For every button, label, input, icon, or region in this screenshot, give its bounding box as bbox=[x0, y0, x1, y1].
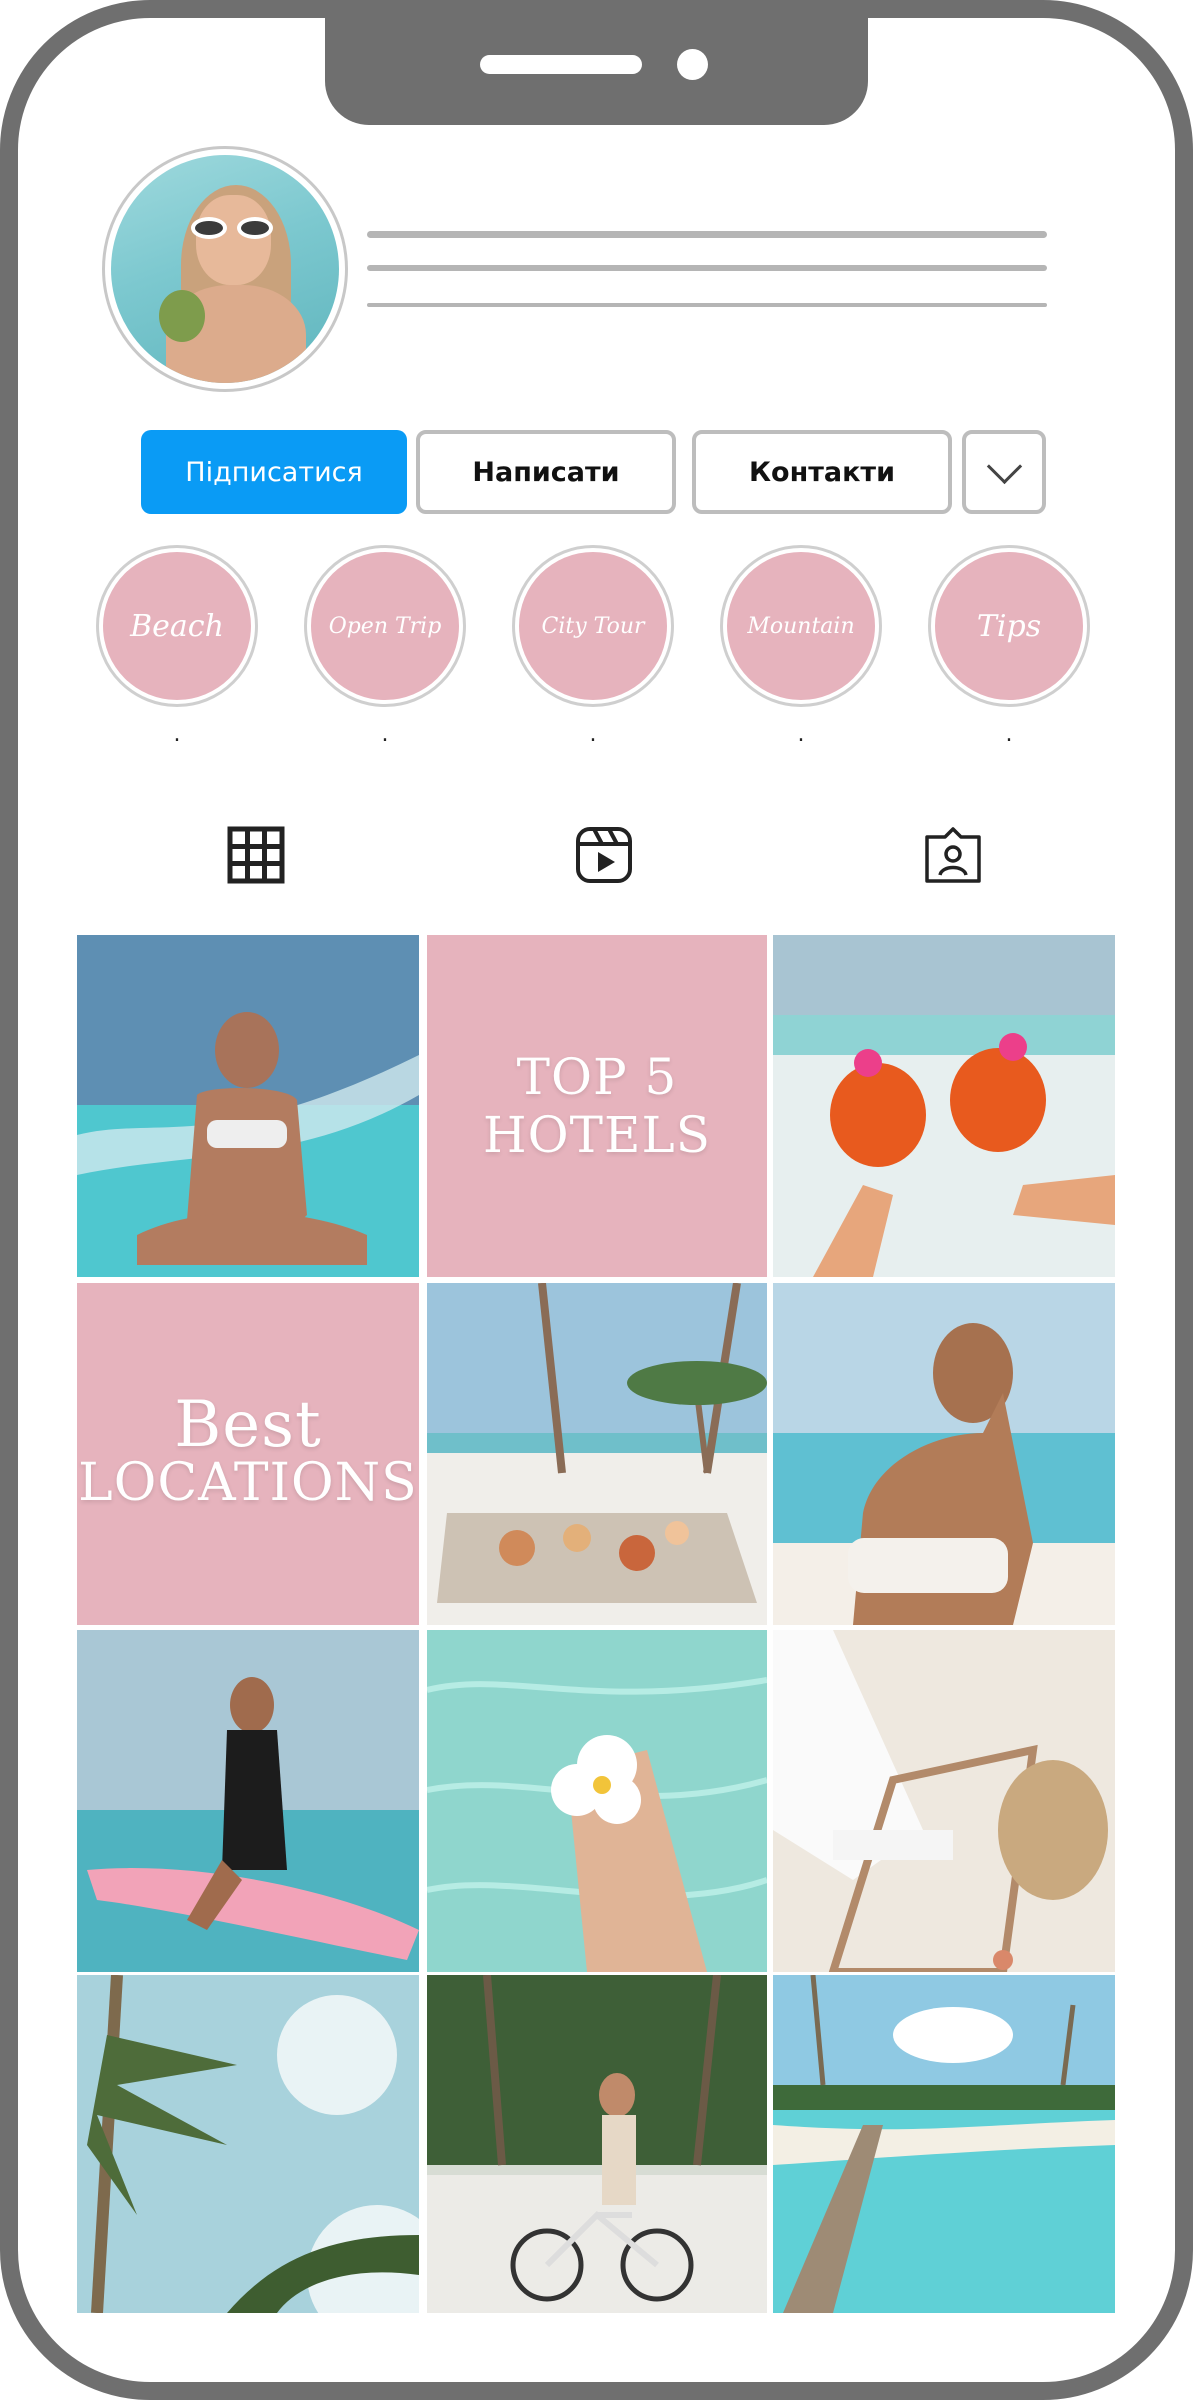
highlight-open-trip[interactable]: Open Trip bbox=[304, 545, 466, 707]
post-woman-on-surfboard[interactable] bbox=[77, 1630, 419, 1972]
highlight-title: . bbox=[797, 722, 805, 747]
highlight-tips[interactable]: Tips bbox=[928, 545, 1090, 707]
tagged-icon[interactable] bbox=[923, 825, 983, 885]
chevron-down-icon bbox=[986, 448, 1022, 484]
highlight-title: . bbox=[1005, 722, 1013, 747]
highlight-city-tour[interactable]: City Tour bbox=[512, 545, 674, 707]
more-options-button[interactable] bbox=[962, 430, 1046, 514]
highlight-title: . bbox=[381, 722, 389, 747]
post-title-line: Best bbox=[174, 1388, 322, 1462]
post-title-line: TOP 5 bbox=[516, 1048, 678, 1106]
grid-icon[interactable] bbox=[226, 825, 286, 885]
post-overwater-boardwalk[interactable] bbox=[773, 1975, 1115, 2317]
follow-button[interactable]: Підписатися bbox=[141, 430, 407, 514]
post-beach-chair[interactable] bbox=[773, 1630, 1115, 1972]
highlight-title: . bbox=[173, 722, 181, 747]
highlight-label: City Tour bbox=[541, 613, 645, 639]
post-top-hotels[interactable]: TOP 5 HOTELS bbox=[427, 935, 767, 1277]
post-beach-breakfast[interactable] bbox=[427, 1283, 767, 1625]
post-coconut-drinks[interactable] bbox=[773, 935, 1115, 1277]
highlight-label: Mountain bbox=[747, 613, 855, 639]
highlight-title: . bbox=[589, 722, 597, 747]
bio-placeholder-line bbox=[367, 265, 1047, 271]
post-woman-in-waves[interactable] bbox=[77, 935, 419, 1277]
highlight-beach[interactable]: Beach bbox=[96, 545, 258, 707]
highlight-label: Open Trip bbox=[328, 613, 442, 639]
highlight-label: Beach bbox=[130, 608, 224, 644]
reels-icon[interactable] bbox=[574, 825, 634, 885]
highlight-label: Tips bbox=[976, 608, 1042, 644]
camera-icon bbox=[677, 49, 708, 80]
phone-notch bbox=[325, 0, 868, 125]
post-woman-with-bicycle[interactable] bbox=[427, 1975, 767, 2317]
post-woman-sunbathing[interactable] bbox=[773, 1283, 1115, 1625]
highlight-mountain[interactable]: Mountain bbox=[720, 545, 882, 707]
message-button[interactable]: Написати bbox=[416, 430, 676, 514]
post-title-line: LOCATIONS bbox=[78, 1453, 418, 1513]
post-palm-trees-sky[interactable] bbox=[77, 1975, 419, 2317]
post-best-locations[interactable]: Best LOCATIONS bbox=[77, 1283, 419, 1625]
post-hand-with-flower[interactable] bbox=[427, 1630, 767, 1972]
avatar-photo bbox=[111, 155, 339, 383]
speaker-icon bbox=[480, 55, 642, 74]
bio-placeholder-line bbox=[367, 231, 1047, 238]
avatar[interactable] bbox=[102, 146, 348, 392]
post-title-line: HOTELS bbox=[483, 1106, 711, 1164]
bio-placeholder-line bbox=[367, 303, 1047, 307]
contacts-button[interactable]: Контакти bbox=[692, 430, 952, 514]
